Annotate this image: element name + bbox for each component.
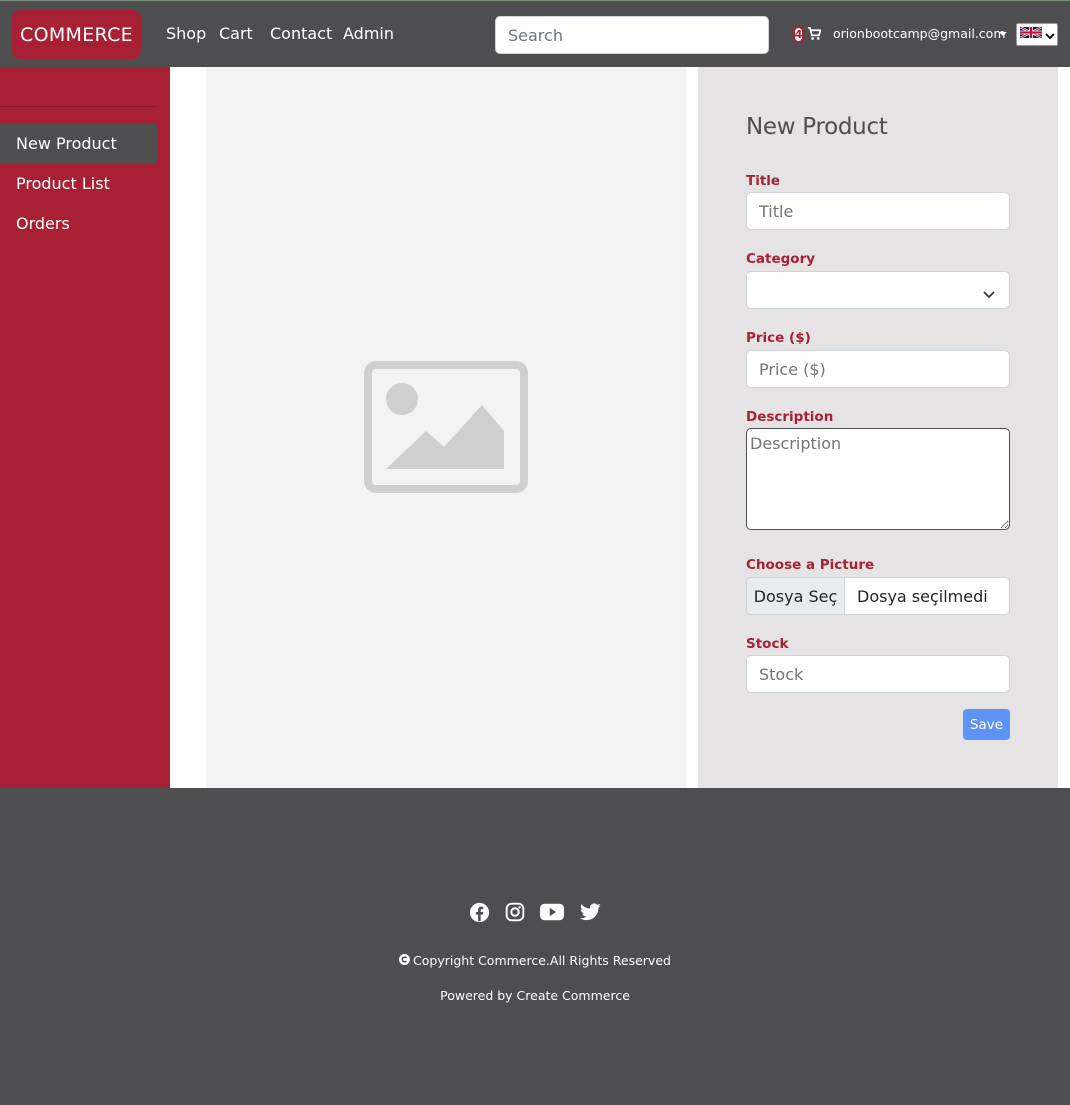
search-input[interactable] bbox=[495, 16, 769, 54]
image-placeholder-icon bbox=[364, 361, 528, 497]
description-label: Description bbox=[746, 409, 834, 425]
sidebar-item-orders[interactable]: Orders bbox=[0, 204, 158, 244]
user-menu-email[interactable]: orionbootcamp@gmail.com bbox=[833, 26, 1006, 42]
copyright-label: Copyright Commerce.All Rights Reserved bbox=[413, 953, 671, 968]
title-input[interactable] bbox=[746, 192, 1010, 230]
cart-count-badge: 4 bbox=[793, 26, 804, 43]
youtube-icon[interactable] bbox=[540, 902, 564, 926]
save-button[interactable]: Save bbox=[963, 709, 1010, 740]
powered-by-text: Powered by Create Commerce bbox=[440, 988, 630, 1003]
stock-label: Stock bbox=[746, 636, 789, 652]
new-product-form: New Product Title Category Price ($) Des… bbox=[698, 67, 1058, 788]
form-title: New Product bbox=[746, 114, 888, 140]
nav-link-shop[interactable]: Shop bbox=[166, 24, 206, 44]
nav-link-admin[interactable]: Admin bbox=[343, 24, 394, 44]
facebook-icon[interactable] bbox=[469, 902, 490, 927]
price-label: Price ($) bbox=[746, 330, 811, 346]
price-input[interactable] bbox=[746, 350, 1010, 388]
picture-label: Choose a Picture bbox=[746, 557, 875, 573]
image-preview-panel bbox=[206, 67, 686, 788]
description-textarea[interactable] bbox=[746, 428, 1010, 530]
sidebar-item-product-list[interactable]: Product List bbox=[0, 164, 158, 204]
cart-icon[interactable] bbox=[807, 26, 822, 45]
uk-flag-icon bbox=[1019, 25, 1043, 44]
top-navbar: COMMERCE Shop Cart Contact Admin 4 orion… bbox=[0, 0, 1070, 67]
instagram-icon[interactable] bbox=[505, 902, 525, 926]
file-name-text: Dosya seçilmedi bbox=[857, 586, 988, 606]
copyright-text: Copyright Commerce.All Rights Reserved bbox=[0, 953, 1070, 968]
category-label: Category bbox=[746, 251, 816, 267]
nav-link-contact[interactable]: Contact bbox=[270, 24, 332, 44]
nav-link-cart[interactable]: Cart bbox=[219, 24, 253, 44]
category-select[interactable] bbox=[746, 271, 1010, 309]
user-menu-caret-icon[interactable] bbox=[999, 32, 1007, 36]
sidebar-item-new-product[interactable]: New Product bbox=[0, 124, 158, 164]
title-label: Title bbox=[746, 173, 781, 189]
language-select[interactable] bbox=[1016, 23, 1058, 46]
choose-file-button[interactable]: Dosya Seç bbox=[747, 578, 845, 614]
admin-sidebar: New Product Product List Orders bbox=[0, 67, 170, 788]
brand-logo[interactable]: COMMERCE bbox=[12, 10, 141, 59]
sidebar-divider bbox=[0, 106, 158, 107]
chevron-down-icon bbox=[983, 284, 995, 303]
picture-file-input[interactable]: Dosya Seç Dosya seçilmedi bbox=[746, 577, 1010, 615]
chevron-down-icon bbox=[1045, 25, 1055, 44]
page-footer: Copyright Commerce.All Rights Reserved P… bbox=[0, 788, 1070, 1105]
twitter-icon[interactable] bbox=[580, 902, 601, 926]
copyright-icon bbox=[399, 953, 411, 968]
stock-input[interactable] bbox=[746, 655, 1010, 693]
